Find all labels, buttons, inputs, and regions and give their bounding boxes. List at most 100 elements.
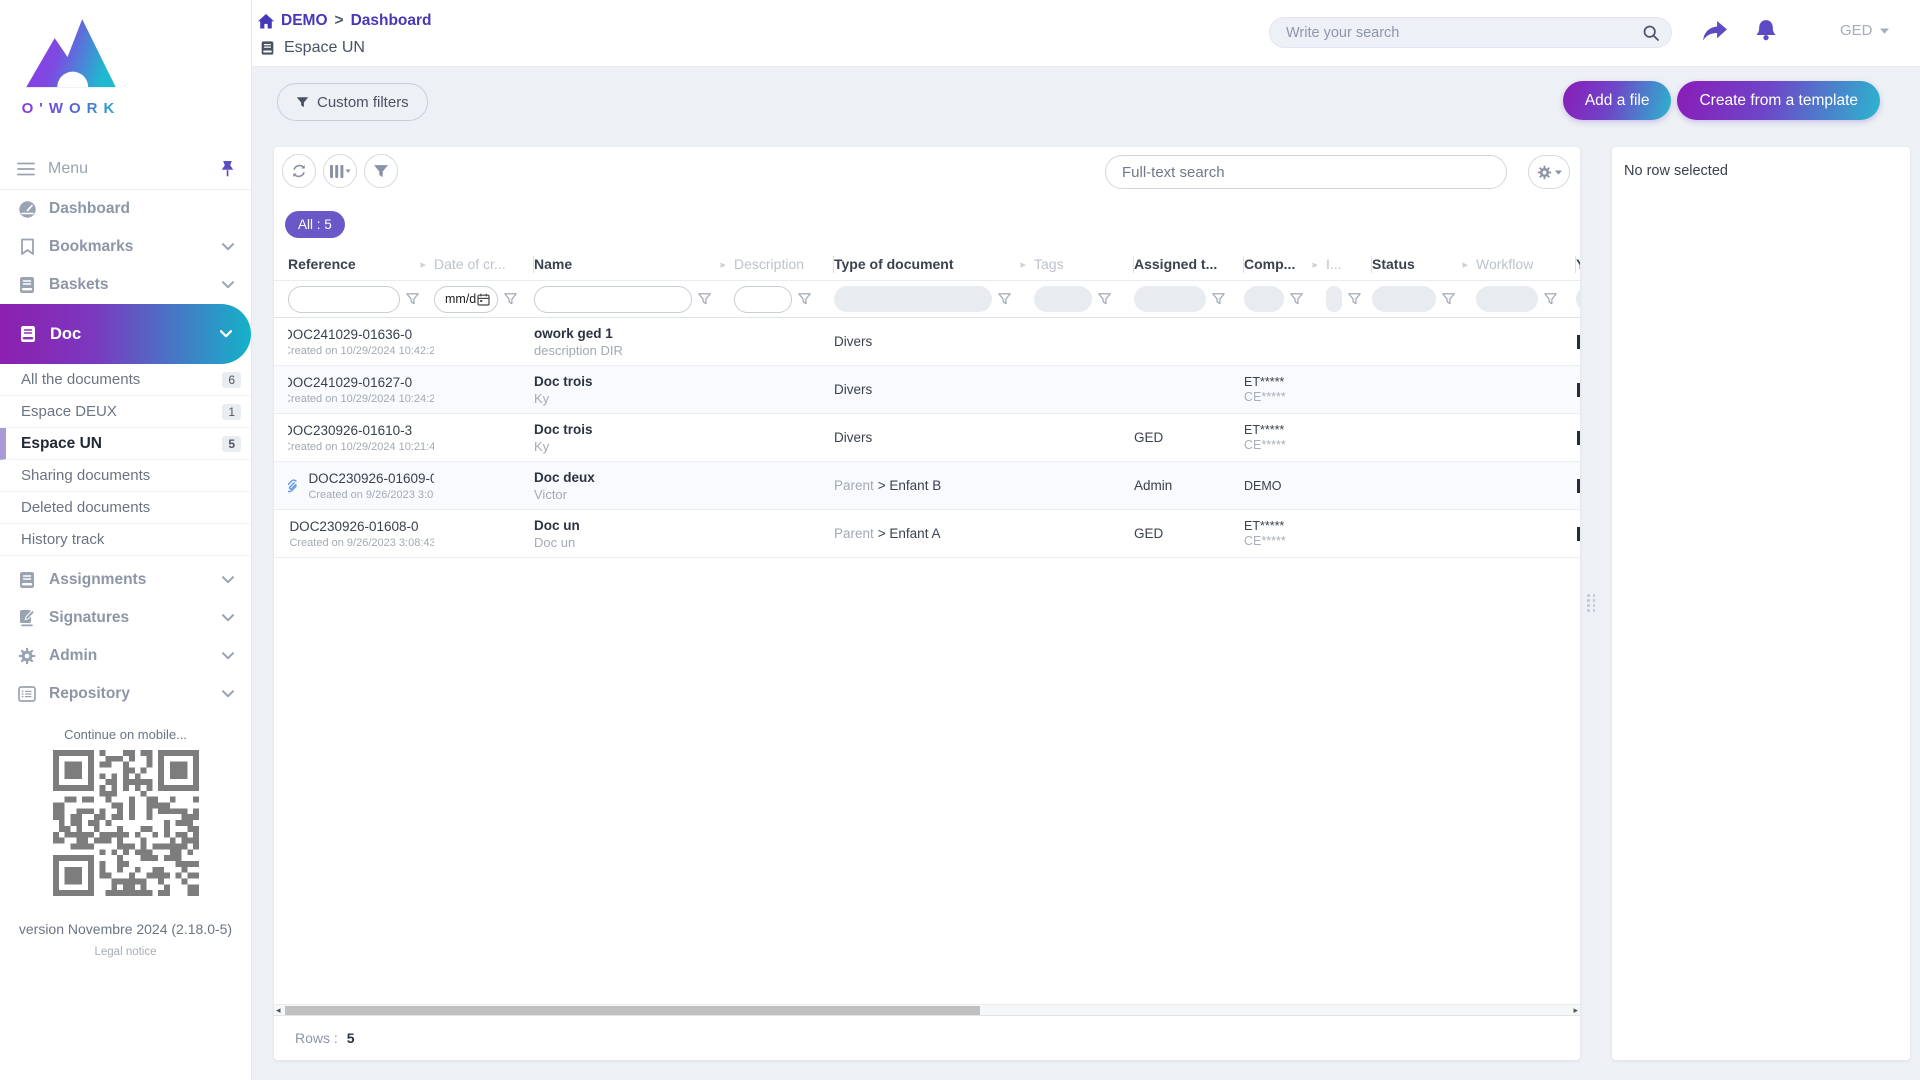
column-header-date-of-cr[interactable]: Date of cr...: [434, 248, 534, 280]
table-row[interactable]: PDFDOC241029-01627-0Created on 10/29/202…: [274, 366, 1580, 414]
legal-notice-link[interactable]: Legal notice: [0, 946, 251, 958]
filter-funnel-icon[interactable]: [1212, 293, 1225, 305]
column-header-tags[interactable]: Tags: [1034, 248, 1134, 280]
chevron-down-icon: [220, 330, 232, 338]
horizontal-scrollbar[interactable]: ◂ ▸: [274, 1004, 1580, 1016]
sidebar: O'WORK Menu DashboardBookmarks Baskets Do…: [0, 0, 252, 1080]
column-header-workflow[interactable]: Workflow: [1476, 248, 1576, 280]
document-subtitle: Ky: [534, 439, 728, 454]
app-logo[interactable]: O'WORK: [16, 8, 126, 117]
scroll-right-arrow[interactable]: ▸: [1573, 1005, 1578, 1016]
type-value: Divers: [834, 382, 872, 397]
cell-date: [434, 318, 534, 365]
scroll-left-arrow[interactable]: ◂: [276, 1005, 281, 1016]
column-header-y[interactable]: Y...: [1576, 248, 1580, 280]
refresh-button[interactable]: [282, 154, 316, 188]
sidebar-item-repository[interactable]: Repository: [0, 675, 251, 713]
scrollbar-thumb[interactable]: [285, 1006, 980, 1015]
filter-funnel-icon[interactable]: [504, 293, 517, 305]
filter-funnel-icon[interactable]: [1544, 293, 1557, 305]
column-header-assigned-t[interactable]: Assigned t...: [1134, 248, 1244, 280]
filter-funnel-icon[interactable]: [406, 293, 419, 305]
column-header-type-of-document[interactable]: Type of document▸: [834, 248, 1034, 280]
all-filter-chip[interactable]: All : 5: [285, 211, 345, 238]
breadcrumb-root[interactable]: DEMO: [281, 12, 328, 30]
column-header-label: Comp...: [1244, 256, 1295, 272]
type-value: > Enfant B: [878, 478, 941, 493]
pin-icon[interactable]: [221, 160, 234, 177]
notifications-button[interactable]: [1754, 18, 1778, 44]
sidebar-item-assignments[interactable]: Assignments: [0, 561, 251, 599]
filter-funnel-icon[interactable]: [698, 293, 711, 305]
sidebar-item-bookmarks[interactable]: Bookmarks: [0, 228, 251, 266]
filter-funnel-icon[interactable]: [1290, 293, 1303, 305]
filter-funnel-icon[interactable]: [1348, 293, 1361, 305]
reference-number: DOC230926-01609-0: [308, 471, 434, 486]
global-search-input[interactable]: [1274, 25, 1643, 41]
filter-input-description[interactable]: [734, 286, 792, 313]
breadcrumb-current[interactable]: Dashboard: [351, 12, 432, 30]
sidebar-subitem-label: Deleted documents: [21, 499, 241, 516]
sidebar-subitem-deleted-documents[interactable]: Deleted documents: [0, 492, 251, 524]
filter-input-name[interactable]: [534, 286, 692, 313]
sidebar-item-dashboard[interactable]: Dashboard: [0, 190, 251, 228]
filter-input-reference[interactable]: [288, 286, 400, 313]
table-settings-button[interactable]: [1528, 155, 1570, 189]
fulltext-search-input[interactable]: [1106, 164, 1506, 181]
fulltext-search[interactable]: [1105, 155, 1507, 189]
hamburger-icon[interactable]: [17, 162, 35, 176]
filter-funnel-icon[interactable]: [798, 293, 811, 305]
filter-cell-date-of-cr: mm/d: [434, 286, 534, 313]
document-type: Parent> Enfant B: [834, 478, 1028, 493]
cell-assigned: [1134, 318, 1244, 365]
user-menu[interactable]: GED: [1840, 22, 1889, 39]
table-row[interactable]: PDFDOC241029-01636-0Created on 10/29/202…: [274, 318, 1580, 366]
custom-filters-button[interactable]: Custom filters: [277, 83, 428, 121]
search-icon[interactable]: [1643, 25, 1659, 41]
table-toolbar: [282, 154, 398, 188]
add-file-button[interactable]: Add a file: [1563, 81, 1672, 120]
cell-type: Divers: [834, 414, 1034, 461]
filter-funnel-icon[interactable]: [998, 293, 1011, 305]
global-search[interactable]: [1269, 17, 1672, 48]
sidebar-subitem-sharing-documents[interactable]: Sharing documents: [0, 460, 251, 492]
column-header-comp[interactable]: Comp... ▸: [1244, 248, 1326, 280]
sidebar-subitem-all-the-documents[interactable]: All the documents6: [0, 364, 251, 396]
filter-funnel-icon[interactable]: [1098, 293, 1111, 305]
column-header-i[interactable]: I...: [1326, 248, 1372, 280]
sidebar-subitem-espace-deux[interactable]: Espace DEUX1: [0, 396, 251, 428]
book-icon: [18, 571, 36, 589]
filter-funnel-icon[interactable]: [1442, 293, 1455, 305]
home-icon[interactable]: [258, 14, 274, 29]
rows-count-value: 5: [347, 1030, 355, 1046]
cell-tags: [1034, 414, 1134, 461]
filter-button[interactable]: [364, 154, 398, 188]
assigned-value: GED: [1134, 526, 1238, 541]
share-button[interactable]: [1702, 21, 1728, 44]
create-template-button[interactable]: Create from a template: [1677, 81, 1880, 120]
column-header-description[interactable]: Description: [734, 248, 834, 280]
sidebar-subitem-espace-un[interactable]: Espace UN5: [0, 428, 251, 460]
chevron-down-icon: [222, 652, 234, 660]
table-row[interactable]: PDFDOC230926-01608-0Created on 9/26/2023…: [274, 510, 1580, 558]
column-header-reference[interactable]: Reference▸: [288, 248, 434, 280]
sidebar-item-baskets[interactable]: Baskets: [0, 266, 251, 304]
column-header-name[interactable]: Name▸: [534, 248, 734, 280]
filter-date-input[interactable]: mm/d: [434, 286, 498, 313]
sidebar-item-doc[interactable]: Doc: [0, 304, 251, 364]
columns-button[interactable]: [323, 154, 357, 188]
table-row[interactable]: wDOC230926-01609-0Created on 9/26/2023 3…: [274, 462, 1580, 510]
sort-arrow-icon: ▸: [1312, 258, 1318, 271]
panel-splitter-handle[interactable]: [1587, 594, 1596, 612]
chevron-down-icon: [222, 281, 234, 289]
sidebar-item-label: Baskets: [49, 276, 222, 294]
column-header-status[interactable]: Status▸: [1372, 248, 1476, 280]
document-icons: w: [288, 474, 299, 498]
sidebar-item-signatures[interactable]: Signatures: [0, 599, 251, 637]
date-placeholder-text: mm/d: [445, 292, 476, 306]
table-row[interactable]: PDFDOC230926-01610-3Created on 10/29/202…: [274, 414, 1580, 462]
cell-type: Divers: [834, 366, 1034, 413]
sidebar-item-admin[interactable]: Admin: [0, 637, 251, 675]
menu-toggle[interactable]: Menu: [0, 148, 251, 190]
sidebar-subitem-history-track[interactable]: History track: [0, 524, 251, 556]
